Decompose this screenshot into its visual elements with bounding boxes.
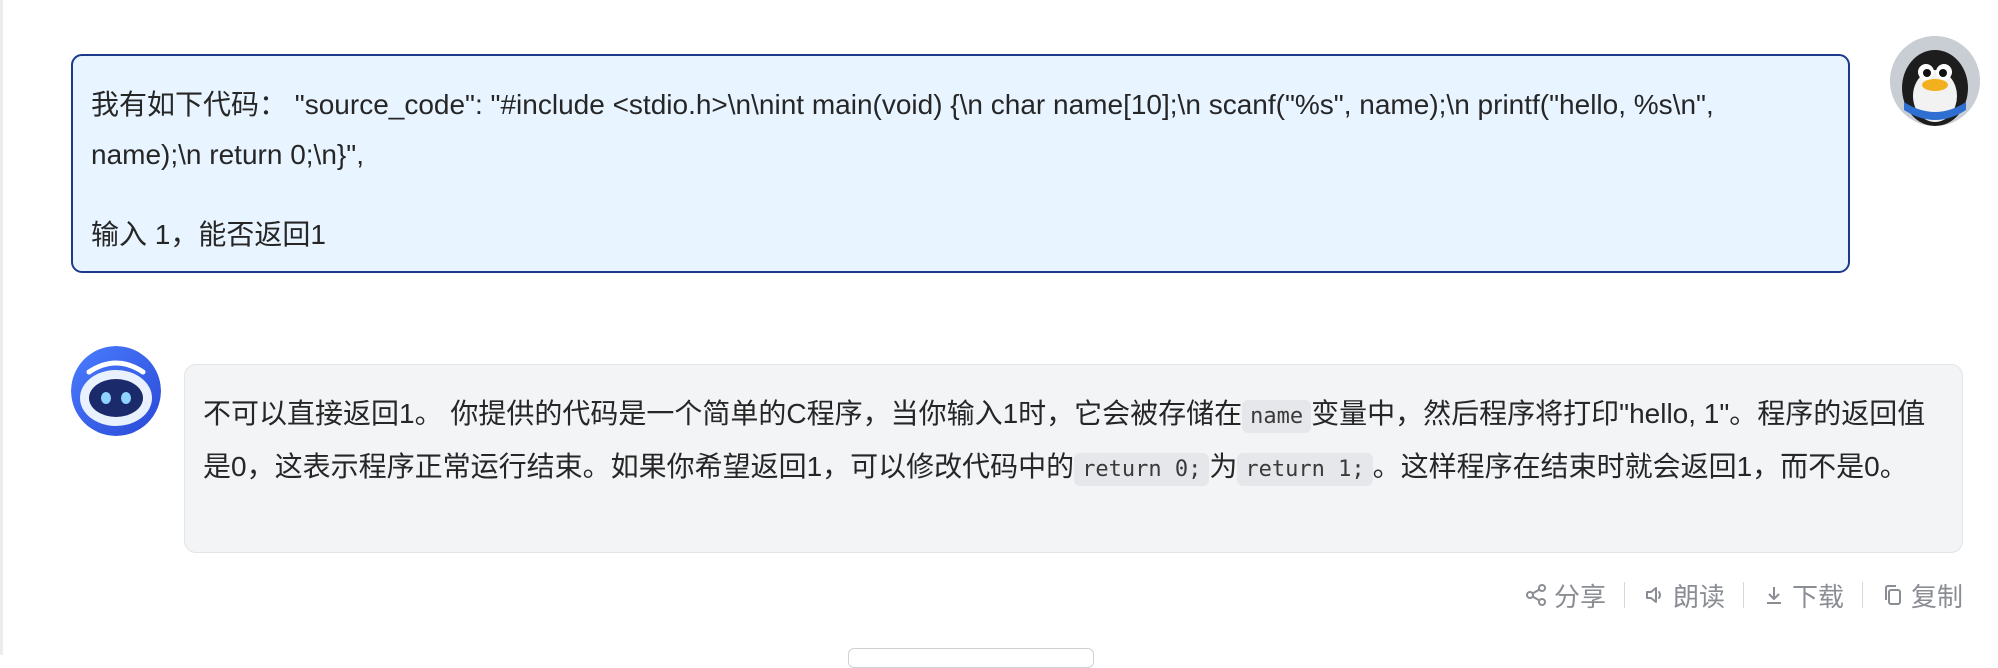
user-message-line-2: 输入 1，能否返回1 [91,219,326,250]
copy-label: 复制 [1910,581,1963,612]
assistant-avatar [71,346,161,436]
user-avatar[interactable] [1890,36,1980,126]
download-button[interactable]: 下载 [1744,577,1862,614]
inline-code-return-0: return 0; [1074,453,1210,486]
assistant-message-bubble: 不可以直接返回1。 你提供的代码是一个简单的C程序，当你输入1时，它会被存储在 n… [184,364,1963,553]
copy-button[interactable]: 复制 [1863,577,1963,614]
assistant-text-3: 为 [1209,451,1238,482]
share-button[interactable]: 分享 [1506,577,1624,614]
message-actions-toolbar: 分享 朗读 下载 复制 [1506,575,1963,615]
assistant-text-4: 。这样程序在结束时就会返回1，而不是0。 [1372,451,1908,482]
user-message-bubble: 我有如下代码： "source_code": "#include <stdio.… [71,54,1850,273]
read-aloud-label: 朗读 [1672,581,1725,612]
copy-icon [1884,585,1901,605]
inline-code-name: name [1242,400,1312,433]
assistant-text-1: 不可以直接返回1。 你提供的代码是一个简单的C程序，当你输入1时，它会被存储在 [203,398,1243,429]
inline-code-return-1: return 1; [1237,453,1373,486]
share-icon [1525,584,1546,606]
penguin-avatar-icon [1890,36,1980,126]
read-aloud-button[interactable]: 朗读 [1625,577,1743,614]
partial-bottom-element [848,648,1094,668]
share-label: 分享 [1553,581,1606,612]
robot-avatar-icon [71,346,161,436]
speaker-icon [1645,587,1661,603]
page-left-edge [0,0,3,655]
download-icon [1766,587,1781,604]
download-label: 下载 [1791,581,1844,612]
user-message-line-1: 我有如下代码： "source_code": "#include <stdio.… [91,89,1714,170]
